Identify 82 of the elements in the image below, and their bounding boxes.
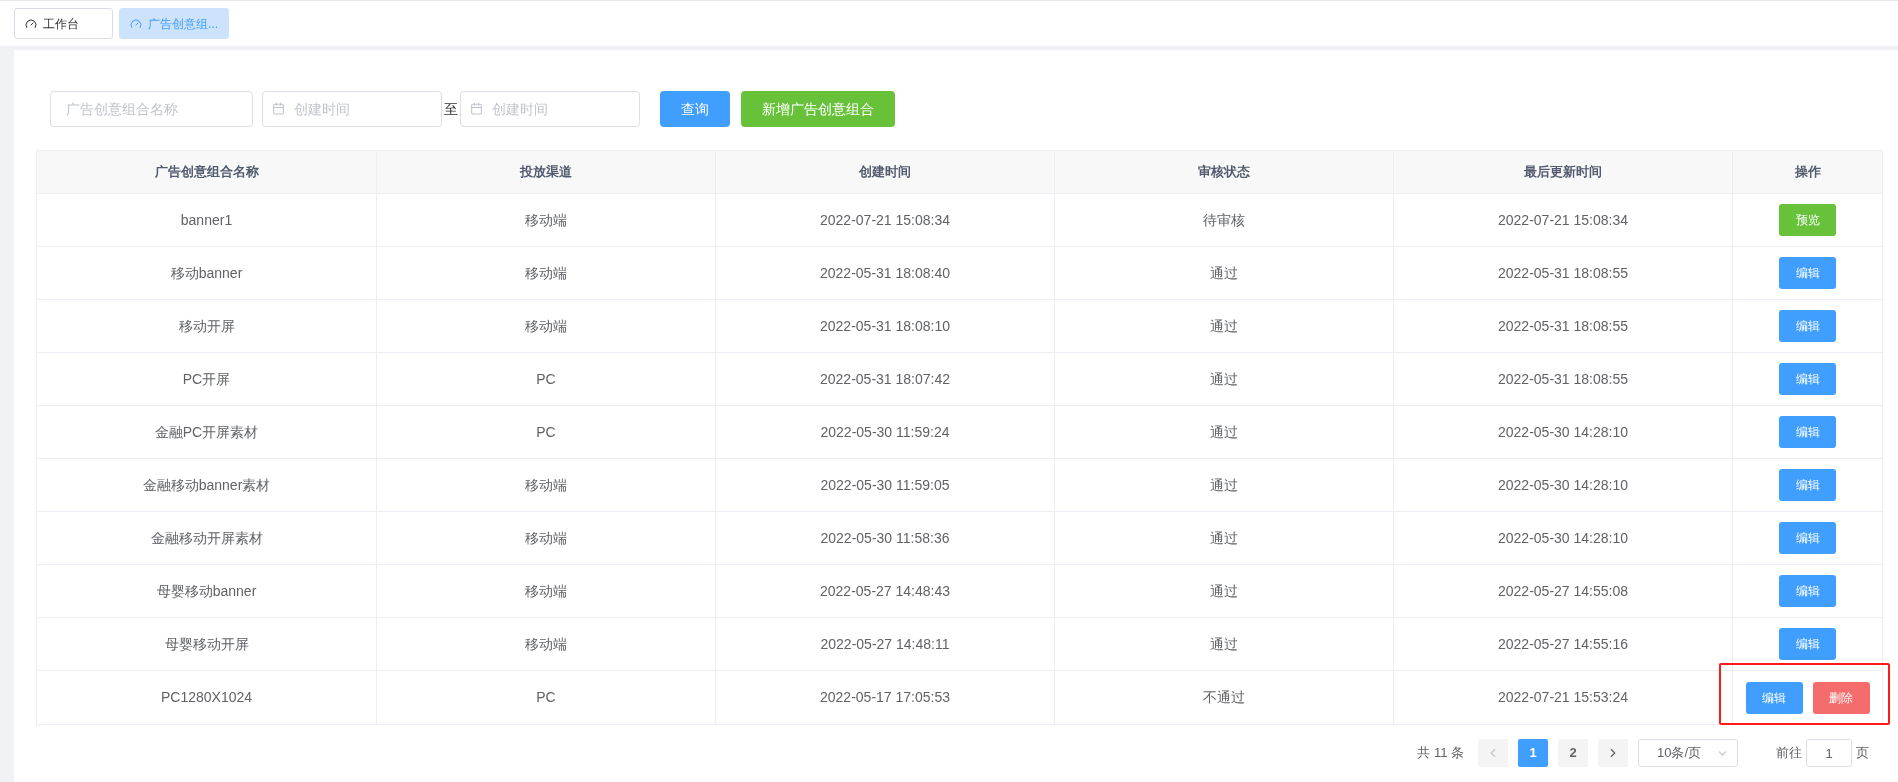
table-cell: 2022-05-27 14:55:08 xyxy=(1394,565,1733,617)
table-cell: PC xyxy=(377,671,716,724)
table-cell: 不通过 xyxy=(1055,671,1394,724)
table-cell: 通过 xyxy=(1055,353,1394,405)
column-header: 创建时间 xyxy=(716,151,1055,193)
table-cell: 2022-05-30 14:28:10 xyxy=(1394,512,1733,564)
table-cell: 2022-07-21 15:08:34 xyxy=(1394,194,1733,246)
page-number[interactable]: 1 xyxy=(1518,739,1548,767)
table-cell: 移动端 xyxy=(377,194,716,246)
column-header: 操作 xyxy=(1793,163,1822,182)
goto-label: 前往 xyxy=(1776,744,1802,763)
goto-page-input[interactable]: 1 xyxy=(1806,739,1852,767)
table-cell: 2022-05-27 14:55:16 xyxy=(1394,618,1733,670)
table-cell: 移动开屏 xyxy=(37,300,377,352)
table-cell: 2022-05-17 17:05:53 xyxy=(716,671,1055,724)
row-action-button[interactable]: 编辑 xyxy=(1779,628,1836,660)
table-cell: 2022-05-31 18:08:55 xyxy=(1394,353,1733,405)
table-cell: 金融移动banner素材 xyxy=(37,459,377,511)
page-size-select[interactable]: 10条/页 xyxy=(1638,739,1738,767)
table-cell: 金融PC开屏素材 xyxy=(37,406,377,458)
row-action-button[interactable]: 删除 xyxy=(1812,681,1870,714)
table-cell: 2022-05-30 11:59:24 xyxy=(716,406,1055,458)
column-header: 广告创意组合名称 xyxy=(37,151,377,193)
table-cell: 通过 xyxy=(1055,406,1394,458)
goto-suffix: 页 xyxy=(1856,744,1869,763)
row-action-button[interactable]: 编辑 xyxy=(1745,681,1803,714)
table-cell: 金融移动开屏素材 xyxy=(37,512,377,564)
range-separator: 至 xyxy=(443,99,459,119)
row-action-button[interactable]: 编辑 xyxy=(1779,575,1836,607)
add-button[interactable]: 新增广告创意组合 xyxy=(741,91,895,127)
row-action-button[interactable]: 预览 xyxy=(1779,204,1836,236)
start-date-field[interactable]: 创建时间 xyxy=(262,91,442,127)
end-date-field[interactable]: 创建时间 xyxy=(460,91,640,127)
table-cell: 通过 xyxy=(1055,512,1394,564)
table-cell: 2022-05-31 18:08:10 xyxy=(716,300,1055,352)
table-cell: 母婴移动banner xyxy=(37,565,377,617)
table-cell: PC xyxy=(377,353,716,405)
table-cell: 待审核 xyxy=(1055,194,1394,246)
table-cell: 移动banner xyxy=(37,247,377,299)
table-cell: 移动端 xyxy=(377,565,716,617)
table-cell: 移动端 xyxy=(377,618,716,670)
table-cell: 2022-05-30 11:58:36 xyxy=(716,512,1055,564)
table-cell: 2022-05-31 18:08:55 xyxy=(1394,247,1733,299)
row-action-button[interactable]: 编辑 xyxy=(1779,522,1836,554)
table-cell: 移动端 xyxy=(377,300,716,352)
total-count: 共 11 条 xyxy=(1417,744,1464,763)
table-cell: 2022-05-30 14:28:10 xyxy=(1394,406,1733,458)
table-cell: PC开屏 xyxy=(37,353,377,405)
search-button[interactable]: 查询 xyxy=(660,91,730,127)
column-header: 最后更新时间 xyxy=(1394,151,1733,193)
row-action-button[interactable]: 编辑 xyxy=(1779,416,1836,448)
table-cell: 移动端 xyxy=(377,459,716,511)
column-header: 审核状态 xyxy=(1055,151,1394,193)
table-cell: 移动端 xyxy=(377,512,716,564)
table-cell: 2022-05-30 14:28:10 xyxy=(1394,459,1733,511)
table-cell: 2022-05-31 18:07:42 xyxy=(716,353,1055,405)
column-header: 投放渠道 xyxy=(377,151,716,193)
table-cell: 2022-07-21 15:08:34 xyxy=(716,194,1055,246)
table-cell: 2022-05-27 14:48:11 xyxy=(716,618,1055,670)
page-tab[interactable]: 工作台 xyxy=(14,8,113,39)
page-tab[interactable]: 广告创意组... xyxy=(119,8,229,39)
table-cell: 移动端 xyxy=(377,247,716,299)
row-action-button[interactable]: 编辑 xyxy=(1779,257,1836,289)
row-action-button[interactable]: 编辑 xyxy=(1779,469,1836,501)
name-input[interactable]: 广告创意组合名称 xyxy=(50,91,253,127)
table-cell: banner1 xyxy=(37,194,377,246)
table-cell: 2022-05-31 18:08:55 xyxy=(1394,300,1733,352)
table-cell: 通过 xyxy=(1055,565,1394,617)
row-action-button[interactable]: 编辑 xyxy=(1779,310,1836,342)
table-cell: 通过 xyxy=(1055,618,1394,670)
page-number[interactable]: 2 xyxy=(1558,739,1588,767)
table-cell: 通过 xyxy=(1055,247,1394,299)
table-cell: 母婴移动开屏 xyxy=(37,618,377,670)
row-action-button[interactable]: 编辑 xyxy=(1779,363,1836,395)
table-cell: 2022-07-21 15:53:24 xyxy=(1394,671,1733,724)
table-cell: 通过 xyxy=(1055,459,1394,511)
table-cell: 2022-05-27 14:48:43 xyxy=(716,565,1055,617)
table-cell: 2022-05-30 11:59:05 xyxy=(716,459,1055,511)
table-cell: PC xyxy=(377,406,716,458)
table-cell: 通过 xyxy=(1055,300,1394,352)
table-cell: PC1280X1024 xyxy=(37,671,377,724)
table-cell: 2022-05-31 18:08:40 xyxy=(716,247,1055,299)
